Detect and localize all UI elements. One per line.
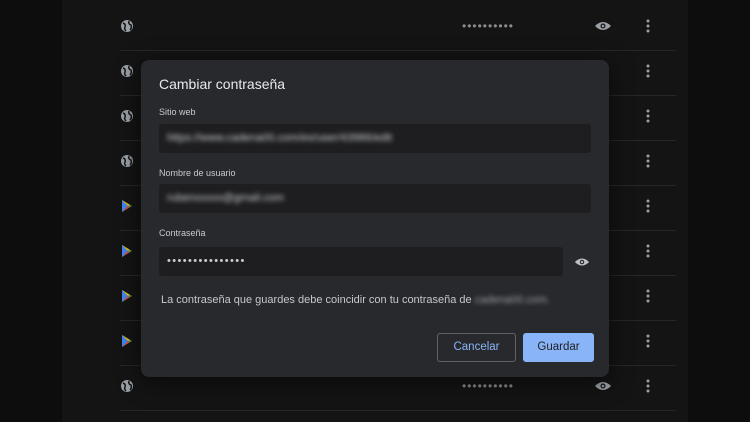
play-store-icon — [122, 290, 132, 302]
more-vert-icon[interactable] — [646, 153, 650, 169]
more-vert-icon[interactable] — [646, 108, 650, 124]
more-vert-icon[interactable] — [646, 378, 650, 394]
eye-icon[interactable] — [594, 380, 612, 392]
hint-domain: cadena00.com. — [474, 294, 550, 306]
cancel-button[interactable]: Cancelar — [437, 333, 516, 362]
username-value: rubenxxxxx@gmail.com — [167, 192, 284, 204]
eye-icon[interactable] — [594, 20, 612, 32]
more-vert-icon[interactable] — [646, 18, 650, 34]
password-label: Contraseña — [159, 228, 206, 238]
site-value: https://www.cadena00.com/es/user/43986/e… — [167, 132, 393, 144]
username-field[interactable]: rubenxxxxx@gmail.com — [159, 184, 591, 213]
globe-icon — [121, 155, 133, 167]
more-vert-icon[interactable] — [646, 198, 650, 214]
eye-icon[interactable] — [574, 256, 590, 268]
globe-icon — [121, 110, 133, 122]
list-item[interactable]: •••••••••• — [120, 6, 676, 51]
masked-password: •••••••••• — [462, 379, 515, 393]
password-hint: La contraseña que guardes debe coincidir… — [161, 294, 550, 306]
username-label: Nombre de usuario — [159, 168, 236, 178]
dialog-title: Cambiar contraseña — [159, 76, 286, 92]
more-vert-icon[interactable] — [646, 333, 650, 349]
hint-text: La contraseña que guardes debe coincidir… — [161, 294, 472, 306]
play-store-icon — [122, 335, 132, 347]
play-store-icon — [122, 245, 132, 257]
more-vert-icon[interactable] — [646, 243, 650, 259]
more-vert-icon[interactable] — [646, 63, 650, 79]
password-value: ••••••••••••••• — [167, 255, 246, 267]
site-field[interactable]: https://www.cadena00.com/es/user/43986/e… — [159, 124, 591, 153]
globe-icon — [121, 65, 133, 77]
more-vert-icon[interactable] — [646, 288, 650, 304]
globe-icon — [121, 380, 133, 392]
masked-password: •••••••••• — [462, 19, 515, 33]
save-button[interactable]: Guardar — [523, 333, 594, 362]
globe-icon — [121, 20, 133, 32]
edit-password-dialog: Cambiar contraseña Sitio web https://www… — [141, 60, 609, 377]
password-field[interactable]: ••••••••••••••• — [159, 247, 563, 276]
site-label: Sitio web — [159, 107, 196, 117]
play-store-icon — [122, 200, 132, 212]
